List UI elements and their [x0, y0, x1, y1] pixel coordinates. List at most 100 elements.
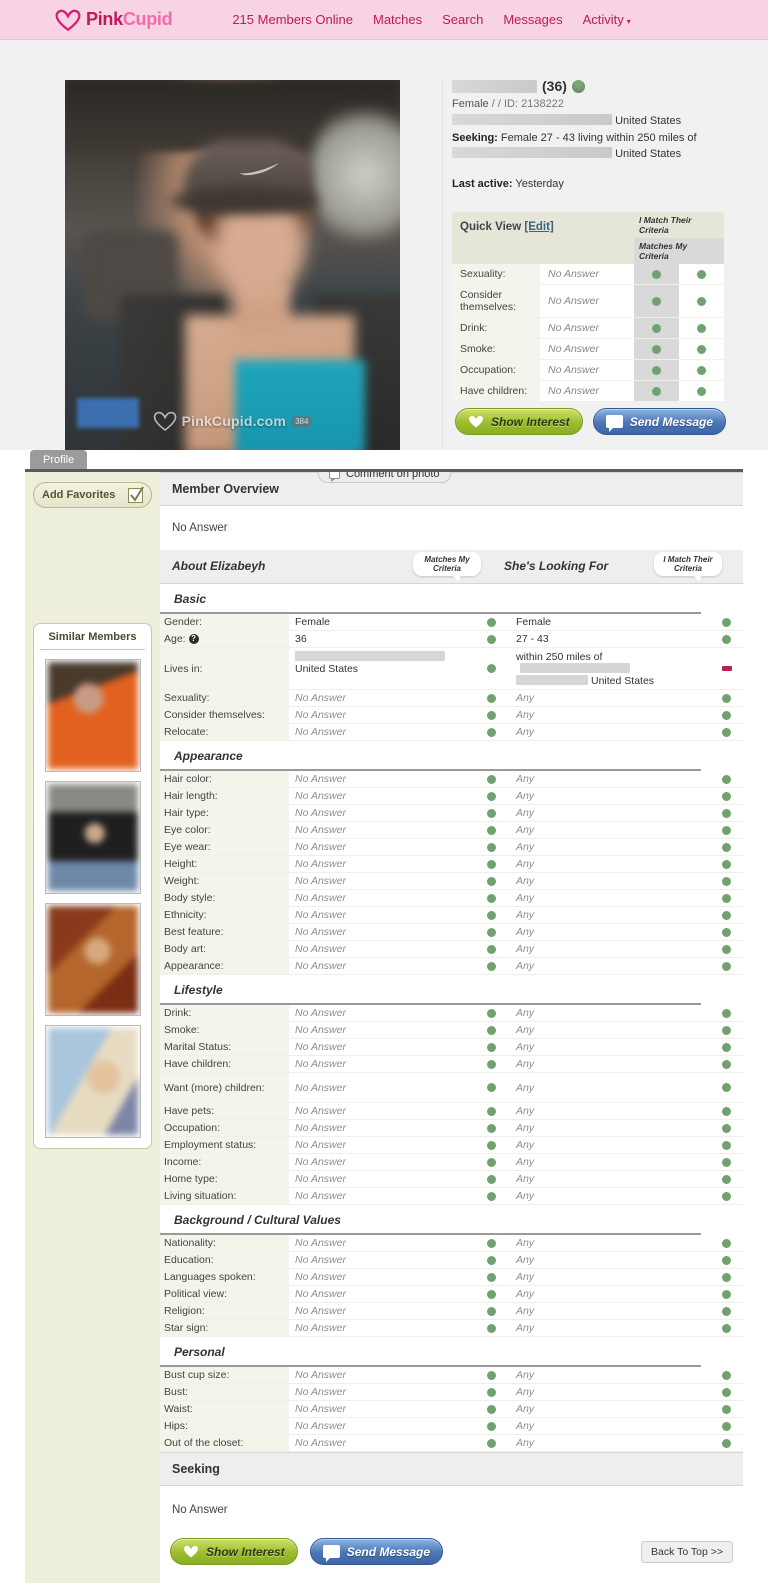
green-dot-icon — [487, 1324, 496, 1333]
matches-my-indicator — [679, 318, 724, 338]
detail-row-want: Any — [510, 1435, 710, 1451]
detail-row-want: Any — [510, 1303, 710, 1319]
detail-row-value: No Answer — [289, 941, 473, 957]
detail-row: Employment status:No AnswerAny — [160, 1137, 743, 1154]
matches-my-criteria-indicator — [473, 822, 510, 838]
quick-view-edit-link[interactable]: [Edit] — [524, 221, 553, 233]
detail-row-want-country: United States — [591, 675, 654, 687]
detail-row-want: Any — [510, 873, 710, 889]
logo-cupid: Cupid — [123, 9, 173, 29]
similar-member-thumbnail[interactable] — [45, 1025, 141, 1138]
detail-row-want-text: Female — [516, 616, 551, 628]
detail-row: Have children:No AnswerAny — [160, 1056, 743, 1073]
green-dot-icon — [722, 1124, 731, 1133]
similar-member-thumbnail[interactable] — [45, 903, 141, 1016]
detail-row-value: No Answer — [289, 1056, 473, 1072]
similar-member-thumbnail[interactable] — [45, 659, 141, 772]
detail-row-want: Any — [510, 771, 710, 787]
quick-view-row-value: No Answer — [540, 264, 634, 284]
site-logo[interactable]: PinkCupid — [55, 8, 172, 32]
tab-profile[interactable]: Profile — [30, 450, 87, 471]
detail-row-want: Any — [510, 1103, 710, 1119]
detail-row-value-text: No Answer — [295, 1369, 346, 1381]
detail-row-label: Eye color: — [160, 822, 289, 838]
logo-text: PinkCupid — [86, 9, 172, 30]
matches-my-criteria-indicator — [473, 1005, 510, 1021]
show-interest-button-footer[interactable]: Show Interest — [170, 1538, 298, 1565]
detail-row-want: Any — [510, 1384, 710, 1400]
id-separator: / / — [492, 98, 501, 110]
green-dot-icon — [487, 911, 496, 920]
i-match-their-criteria-indicator — [710, 1022, 743, 1038]
matches-my-criteria-indicator — [473, 907, 510, 923]
green-dot-icon — [722, 1043, 731, 1052]
seeking-label: Seeking: — [452, 132, 498, 144]
send-message-button-footer[interactable]: Send Message — [310, 1538, 443, 1565]
nav-matches[interactable]: Matches — [373, 12, 422, 27]
site-header: PinkCupid 215 Members Online Matches Sea… — [0, 0, 768, 40]
qv-col-matches-my: Matches My Criteria — [634, 238, 724, 264]
back-to-top-button[interactable]: Back To Top >> — [641, 1541, 733, 1563]
matches-my-criteria-indicator — [473, 1384, 510, 1400]
redacted-location — [295, 651, 445, 661]
matches-my-criteria-indicator — [473, 1103, 510, 1119]
footer-action-buttons: Show Interest Send Message Back To Top >… — [160, 1524, 743, 1583]
i-match-their-criteria-indicator — [710, 958, 743, 974]
matches-my-criteria-indicator — [473, 1418, 510, 1434]
detail-row-value: No Answer — [289, 1171, 473, 1187]
show-interest-label: Show Interest — [206, 1545, 285, 1559]
detail-row-want: Any — [510, 690, 710, 706]
detail-row-label: Hips: — [160, 1418, 289, 1434]
detail-row-label: Consider themselves: — [160, 707, 289, 723]
detail-row-value-text: No Answer — [295, 1386, 346, 1398]
detail-row-want: Any — [510, 1137, 710, 1153]
i-match-their-criteria-indicator — [710, 1154, 743, 1170]
last-active-label: Last active: — [452, 178, 513, 190]
green-dot-icon — [652, 366, 661, 375]
detail-row-value: No Answer — [289, 873, 473, 889]
show-interest-button[interactable]: Show Interest — [455, 408, 583, 435]
detail-row-value-text: No Answer — [295, 1139, 346, 1151]
profile-photo[interactable]: PinkCupid.com 384 — [65, 80, 400, 455]
green-dot-icon — [722, 945, 731, 954]
i-match-their-criteria-indicator — [710, 788, 743, 804]
profile-location: United States — [452, 114, 752, 127]
detail-row-value: No Answer — [289, 839, 473, 855]
redacted-city-state — [452, 114, 612, 125]
matches-my-criteria-indicator — [473, 1401, 510, 1417]
detail-row-value-text: No Answer — [295, 1190, 346, 1202]
add-favorites-label: Add Favorites — [42, 489, 115, 501]
nav-members-online[interactable]: 215 Members Online — [232, 12, 353, 27]
quick-view-table: Quick View [Edit] I Match Their Criteria… — [452, 212, 724, 402]
detail-row-want: Any — [510, 1188, 710, 1204]
nav-activity[interactable]: Activity▾ — [583, 12, 631, 27]
help-icon[interactable]: ? — [189, 634, 199, 644]
green-dot-icon — [722, 694, 731, 703]
detail-row-label: Bust cup size: — [160, 1367, 289, 1383]
green-dot-icon — [722, 911, 731, 920]
nav-search[interactable]: Search — [442, 12, 483, 27]
detail-row-want-text: Any — [516, 875, 534, 887]
green-dot-icon — [487, 860, 496, 869]
detail-row: Bust cup size:No AnswerAny — [160, 1367, 743, 1384]
detail-row-value: 36 — [289, 631, 473, 647]
i-match-their-criteria-indicator — [710, 1103, 743, 1119]
i-match-their-criteria-indicator — [710, 1235, 743, 1251]
photo-watermark: PinkCupid.com 384 — [153, 410, 313, 432]
i-match-their-criteria-indicator — [710, 1188, 743, 1204]
i-match-their-criteria-indicator — [710, 724, 743, 740]
similar-members-box: Similar Members — [33, 623, 152, 1149]
nav-messages[interactable]: Messages — [503, 12, 562, 27]
i-match-their-criteria-indicator — [710, 1303, 743, 1319]
detail-row-label: Hair length: — [160, 788, 289, 804]
detail-row-label: Waist: — [160, 1401, 289, 1417]
seeking-country: United States — [615, 148, 681, 160]
detail-row-value: No Answer — [289, 1435, 473, 1451]
detail-row-value: United States — [289, 648, 473, 689]
detail-row-want-text: Any — [516, 892, 534, 904]
similar-member-thumbnail[interactable] — [45, 781, 141, 894]
send-message-button[interactable]: Send Message — [593, 408, 726, 435]
add-favorites-button[interactable]: Add Favorites — [33, 482, 152, 508]
detail-row-value-text: No Answer — [295, 1322, 346, 1334]
matches-my-indicator — [679, 381, 724, 401]
